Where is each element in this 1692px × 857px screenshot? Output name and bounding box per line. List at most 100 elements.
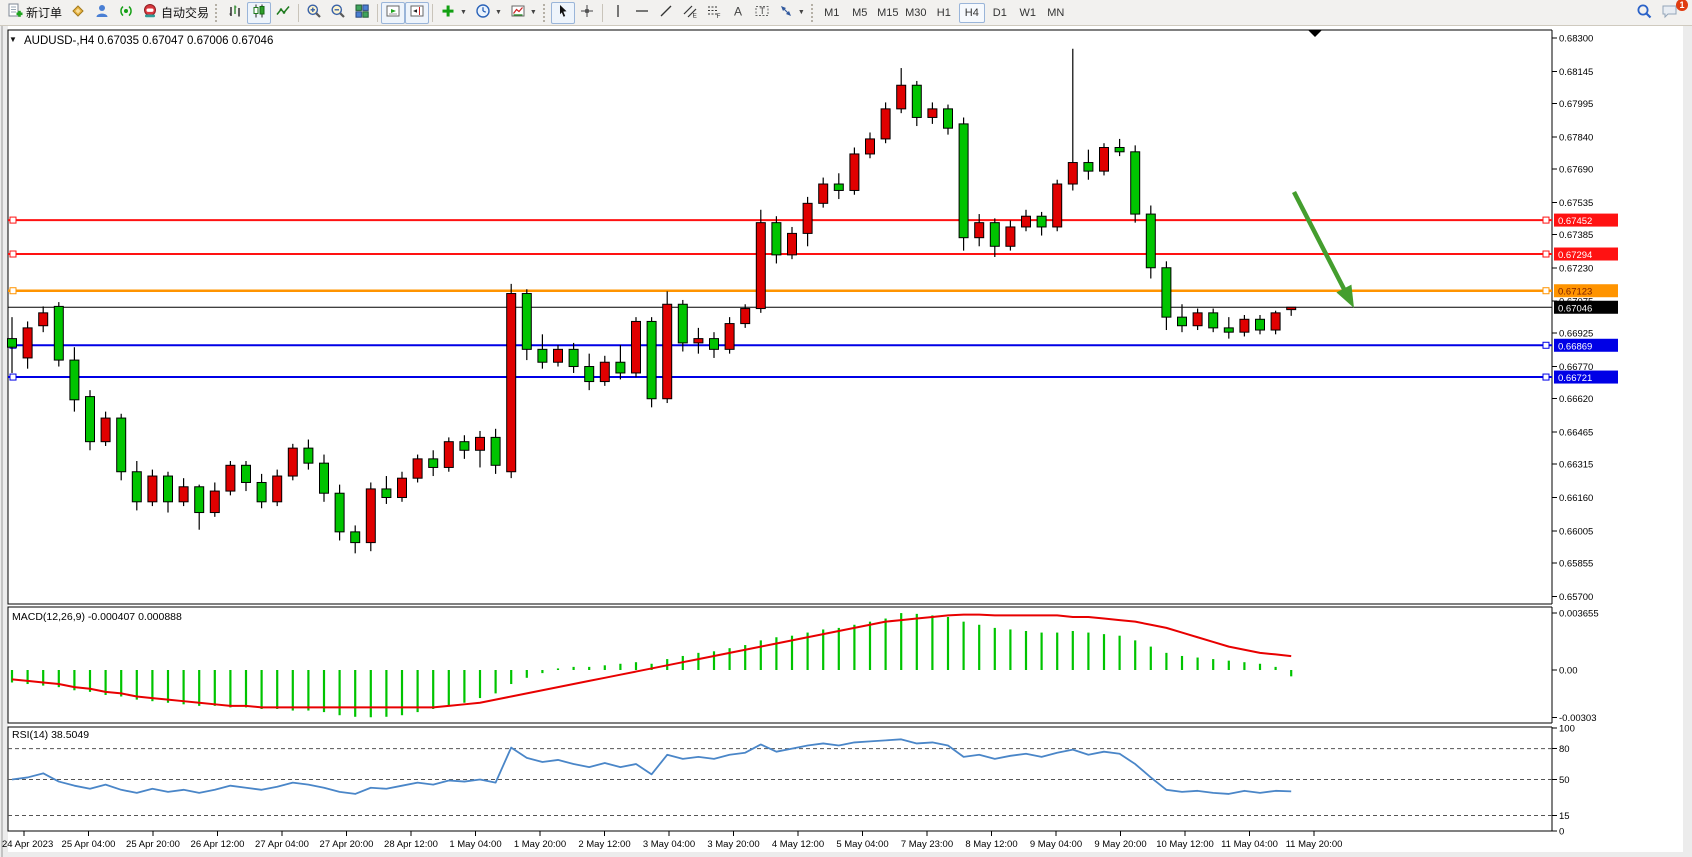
line-handle[interactable]	[1543, 217, 1549, 223]
candle-body	[585, 367, 594, 382]
time-axis-label: 26 Apr 12:00	[191, 839, 245, 850]
line-handle[interactable]	[1543, 342, 1549, 348]
candle-body	[959, 124, 968, 238]
periods-button[interactable]: ▼	[471, 2, 506, 24]
timeframe-button-h1[interactable]: H1	[931, 3, 957, 23]
symbol-dropdown-icon[interactable]: ▼	[9, 35, 17, 44]
candle-body	[23, 328, 32, 358]
new-order-icon	[7, 3, 23, 22]
timeframe-button-m1[interactable]: M1	[819, 3, 845, 23]
rsi-axis-label: 15	[1559, 811, 1570, 822]
candle-body	[1068, 163, 1077, 184]
time-axis-label: 25 Apr 04:00	[62, 839, 116, 850]
timeframe-button-m15[interactable]: M15	[875, 3, 901, 23]
price-axis-label: 0.67690	[1559, 164, 1593, 175]
dropdown-caret-icon: ▼	[530, 9, 537, 16]
crosshair-tool-button[interactable]	[575, 2, 599, 24]
line-handle[interactable]	[1543, 288, 1549, 294]
autotrading-button[interactable]: 自动交易	[138, 2, 213, 24]
search-button[interactable]	[1632, 2, 1657, 24]
label-tool-button[interactable]: T	[750, 2, 774, 24]
candle-body	[273, 476, 282, 502]
candle-body	[398, 478, 407, 497]
candle-body	[554, 349, 563, 362]
price-axis-label: 0.66315	[1559, 460, 1593, 471]
candle-body	[522, 294, 531, 350]
channel-tool-button[interactable]: E	[678, 2, 702, 24]
svg-text:F: F	[716, 13, 720, 19]
vertical-line-tool-button[interactable]	[606, 2, 630, 24]
rsi-axis-label: 0	[1559, 827, 1564, 838]
time-axis-label: 10 May 12:00	[1156, 839, 1214, 850]
chart-canvas[interactable]: 0.674520.672940.671230.668690.667210.670…	[0, 0, 1692, 857]
bar-chart-button[interactable]	[223, 2, 247, 24]
signals-button[interactable]	[114, 2, 138, 24]
time-axis-label: 3 May 20:00	[707, 839, 759, 850]
community-button[interactable]	[90, 2, 114, 24]
time-axis-label: 1 May 04:00	[449, 839, 501, 850]
text-tool-button[interactable]: A	[726, 2, 750, 24]
line-handle[interactable]	[10, 251, 16, 257]
timeframe-button-m30[interactable]: M30	[903, 3, 929, 23]
timeframe-button-w1[interactable]: W1	[1015, 3, 1041, 23]
text-label-icon: T	[754, 3, 770, 22]
zoom-in-button[interactable]	[302, 2, 326, 24]
toolbar-grip	[811, 4, 817, 22]
candle-body	[1131, 152, 1140, 214]
templates-button[interactable]: ▼	[506, 2, 541, 24]
candlestick-chart-button[interactable]	[247, 2, 271, 24]
dropdown-caret-icon: ▼	[495, 9, 502, 16]
time-axis-label: 28 Apr 12:00	[384, 839, 438, 850]
time-axis-label: 27 Apr 20:00	[320, 839, 374, 850]
timeframe-toolbar: M1M5M15M30H1H4D1W1MN	[819, 3, 1069, 23]
svg-text:A: A	[734, 5, 742, 19]
candle-body	[1115, 148, 1124, 152]
cursor-tool-button[interactable]	[551, 2, 575, 24]
bar-chart-icon	[227, 3, 243, 22]
price-axis-label: 0.67075	[1559, 297, 1593, 308]
auto-scroll-button[interactable]	[381, 2, 405, 24]
line-handle[interactable]	[10, 288, 16, 294]
zoom-out-button[interactable]	[326, 2, 350, 24]
trendline-tool-button[interactable]	[654, 2, 678, 24]
line-handle[interactable]	[10, 217, 16, 223]
timeframe-button-d1[interactable]: D1	[987, 3, 1013, 23]
candle-body	[132, 472, 141, 502]
cursor-arrow-icon	[555, 3, 571, 22]
toolbar-separator	[377, 4, 378, 22]
candle-body	[39, 313, 48, 326]
price-line-tag-label: 0.67294	[1558, 250, 1592, 261]
notifications-button[interactable]: 1	[1657, 2, 1683, 24]
candle-body	[304, 448, 313, 463]
candle-body	[1178, 317, 1187, 326]
time-axis-label: 9 May 04:00	[1030, 839, 1082, 850]
timeframe-button-m5[interactable]: M5	[847, 3, 873, 23]
line-handle[interactable]	[1543, 374, 1549, 380]
line-chart-icon	[275, 3, 291, 22]
candle-body	[1271, 313, 1280, 330]
new-order-button[interactable]: 新订单	[3, 2, 66, 24]
toolbar-grip	[543, 4, 549, 22]
line-handle[interactable]	[1543, 251, 1549, 257]
timeframe-button-h4[interactable]: H4	[959, 3, 985, 23]
line-handle[interactable]	[10, 374, 16, 380]
price-axis-label: 0.66620	[1559, 394, 1593, 405]
candle-body	[148, 476, 157, 502]
arrows-tool-button[interactable]: ▼	[774, 2, 809, 24]
timeframe-button-mn[interactable]: MN	[1043, 3, 1069, 23]
toolbar-grip	[215, 4, 221, 22]
candle-body	[257, 482, 266, 501]
candle-body	[1084, 163, 1093, 172]
rsi-axis-label: 80	[1559, 744, 1570, 755]
arrows-shapes-icon	[778, 3, 794, 22]
candle-body	[741, 309, 750, 324]
quotes-button[interactable]	[66, 2, 90, 24]
candle-body	[413, 459, 422, 478]
chart-shift-button[interactable]	[405, 2, 429, 24]
indicators-button[interactable]: ▼	[436, 2, 471, 24]
line-chart-button[interactable]	[271, 2, 295, 24]
tile-windows-button[interactable]	[350, 2, 374, 24]
fibonacci-tool-button[interactable]: F	[702, 2, 726, 24]
horizontal-line-tool-button[interactable]	[630, 2, 654, 24]
horizontal-line-icon	[634, 3, 650, 22]
